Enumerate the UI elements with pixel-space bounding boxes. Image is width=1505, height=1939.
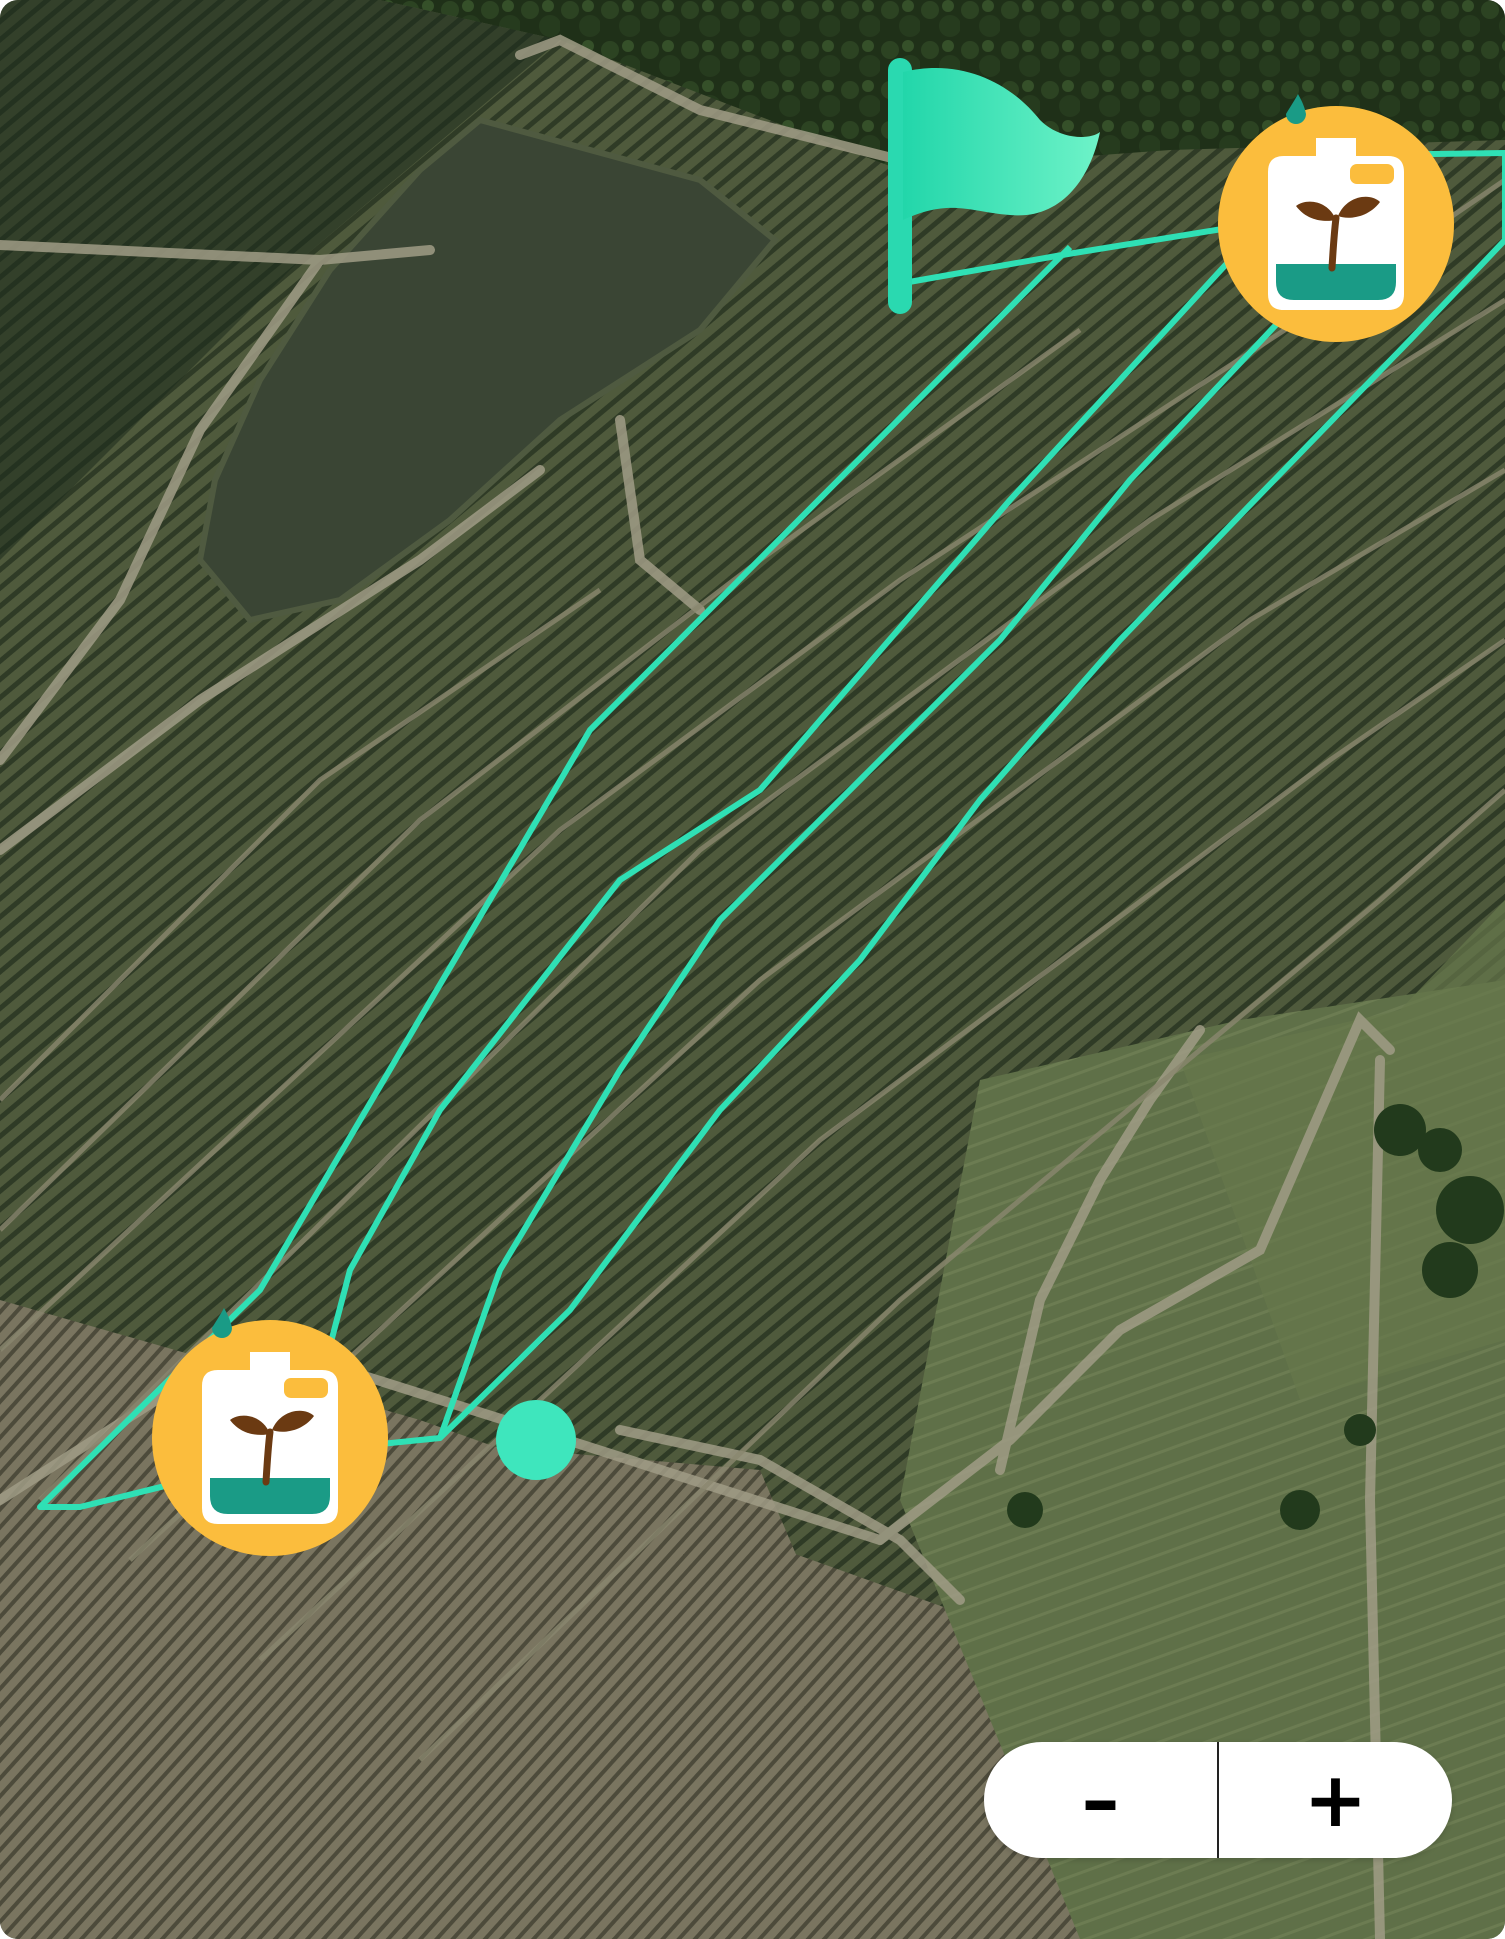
zoom-out-button[interactable]: –: [984, 1742, 1217, 1858]
zoom-in-label: +: [1303, 1755, 1368, 1844]
zoom-in-button[interactable]: +: [1219, 1742, 1452, 1858]
zoom-out-label: –: [1081, 1755, 1120, 1844]
canister-sprout-icon: [1268, 138, 1404, 310]
zoom-control: – +: [984, 1742, 1452, 1858]
canister-sprout-icon: [202, 1352, 338, 1524]
map-panel[interactable]: – +: [0, 0, 1505, 1939]
route-point[interactable]: [496, 1400, 576, 1480]
satellite-map[interactable]: [0, 0, 1505, 1939]
